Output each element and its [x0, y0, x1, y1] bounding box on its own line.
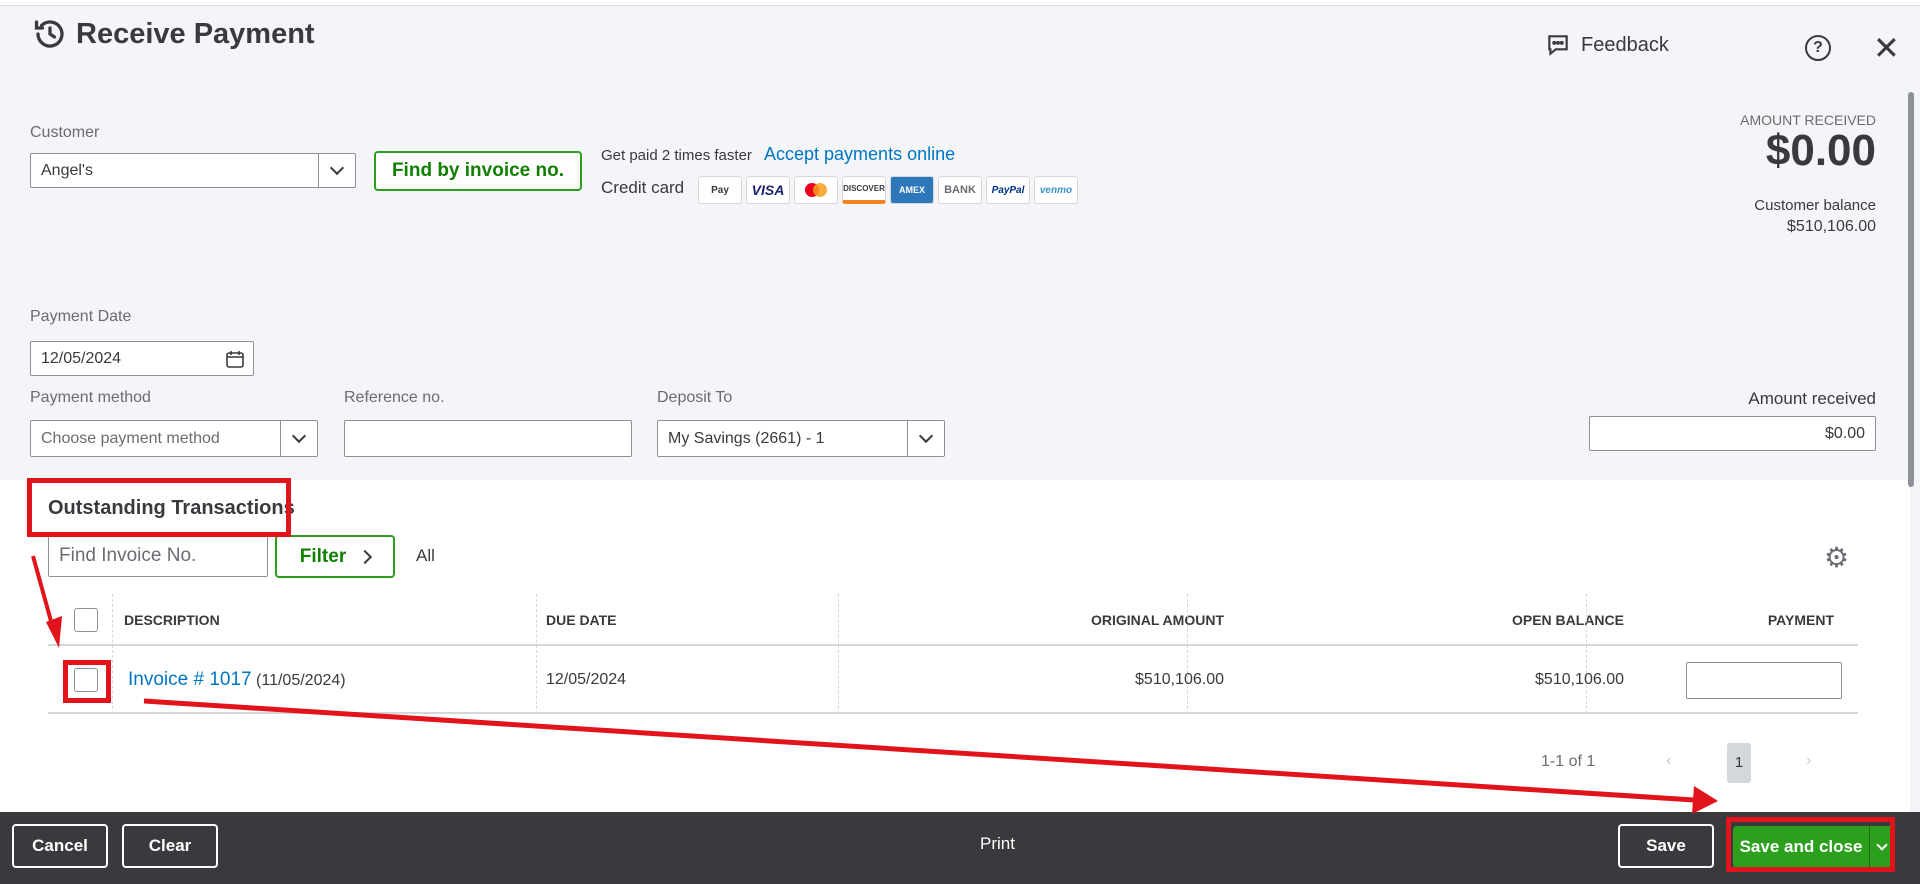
venmo-icon: venmo	[1034, 176, 1078, 204]
row-checkbox[interactable]	[74, 668, 98, 692]
open-balance-cell: $510,106.00	[1535, 671, 1624, 688]
select-all-checkbox[interactable]	[74, 608, 98, 632]
amount-received-field-label: Amount received	[1748, 389, 1876, 408]
previous-page-icon[interactable]: ‹	[1666, 752, 1671, 770]
chevron-down-icon	[918, 428, 934, 444]
invoice-description: Invoice # 1017 (11/05/2024)	[128, 646, 346, 714]
history-icon[interactable]	[32, 16, 68, 52]
due-date-cell: 12/05/2024	[546, 671, 627, 688]
feedback-label: Feedback	[1581, 33, 1669, 56]
feedback-button[interactable]: Feedback	[1545, 32, 1669, 58]
paypal-icon: PayPal	[986, 176, 1030, 204]
filter-button[interactable]: Filter	[275, 535, 395, 578]
customer-balance-label: Customer balance	[1754, 197, 1876, 214]
column-description[interactable]: DESCRIPTION	[124, 594, 220, 646]
find-by-invoice-button[interactable]: Find by invoice no.	[374, 151, 582, 191]
next-page-icon[interactable]: ›	[1806, 752, 1811, 770]
credit-card-label: Credit card	[601, 178, 685, 197]
customer-label: Customer	[30, 124, 100, 141]
pagination-summary: 1-1 of 1	[1541, 753, 1596, 770]
column-payment[interactable]: PAYMENT	[1768, 594, 1834, 646]
find-invoice-input[interactable]	[48, 535, 268, 577]
deposit-to-value: My Savings (2661) - 1	[668, 429, 825, 447]
bank-icon: BANK	[938, 176, 982, 204]
deposit-to-select[interactable]: My Savings (2661) - 1	[657, 420, 945, 457]
customer-balance-value: $510,106.00	[1787, 218, 1876, 235]
deposit-to-label: Deposit To	[657, 389, 733, 406]
save-button[interactable]: Save	[1618, 824, 1714, 868]
deposit-to-dropdown-button[interactable]	[907, 421, 944, 456]
invoice-date: (11/05/2024)	[256, 672, 346, 689]
save-and-close-button[interactable]: Save and close	[1733, 826, 1869, 868]
table-row: Invoice # 1017 (11/05/2024) 12/05/2024 $…	[48, 646, 1858, 714]
chat-icon	[1548, 35, 1568, 56]
column-original-amount[interactable]: ORIGINAL AMOUNT	[1091, 594, 1224, 646]
close-icon[interactable]: ✕	[1873, 32, 1900, 64]
calendar-icon[interactable]	[225, 349, 245, 369]
outstanding-transactions-title: Outstanding Transactions	[48, 497, 295, 519]
help-icon[interactable]: ?	[1805, 35, 1831, 61]
amount-received-input[interactable]: $0.00	[1589, 416, 1876, 451]
chevron-down-icon	[1875, 839, 1888, 851]
clear-button[interactable]: Clear	[122, 824, 218, 868]
payment-method-label: Payment method	[30, 389, 151, 406]
page-title: Receive Payment	[76, 18, 315, 50]
chevron-right-icon	[358, 549, 373, 564]
column-open-balance[interactable]: OPEN BALANCE	[1512, 594, 1624, 646]
original-amount-cell: $510,106.00	[1135, 671, 1224, 688]
payment-header-panel	[0, 6, 1910, 480]
customer-dropdown-button[interactable]	[318, 154, 355, 187]
apple-pay-icon: Pay	[698, 176, 742, 204]
filter-label: Filter	[299, 545, 347, 567]
amount-received-value: $0.00	[1765, 126, 1876, 175]
mastercard-icon	[794, 176, 838, 204]
scrollbar-thumb[interactable]	[1908, 92, 1914, 487]
visa-icon: VISA	[746, 176, 790, 204]
promo-text: Get paid 2 times faster	[601, 147, 752, 164]
accept-payments-link[interactable]: Accept payments online	[764, 144, 955, 165]
customer-select[interactable]: Angel's	[30, 153, 356, 188]
payment-method-dropdown-button[interactable]	[280, 421, 317, 456]
payment-method-select[interactable]: Choose payment method	[30, 420, 318, 457]
payment-date-value: 12/05/2024	[41, 349, 122, 367]
cancel-button[interactable]: Cancel	[12, 824, 108, 868]
payment-method-placeholder: Choose payment method	[41, 429, 220, 447]
gear-icon[interactable]: ⚙	[1824, 544, 1849, 572]
reference-label: Reference no.	[344, 389, 445, 406]
invoice-link[interactable]: Invoice # 1017	[128, 669, 252, 690]
page-number-button[interactable]: 1	[1727, 743, 1751, 783]
footer-bar: Cancel Clear Print Save Save and close	[0, 812, 1920, 884]
discover-icon: DISCOVER	[842, 176, 886, 204]
customer-value: Angel's	[41, 161, 93, 179]
chevron-down-icon	[329, 160, 345, 176]
filter-all-label: All	[416, 546, 435, 565]
payment-input[interactable]	[1686, 662, 1842, 699]
save-options-dropdown[interactable]	[1869, 826, 1893, 868]
card-logos: Pay VISA DISCOVER AMEX BANK PayPal venmo	[698, 176, 1078, 204]
column-due-date[interactable]: DUE DATE	[546, 594, 617, 646]
print-button[interactable]: Print	[980, 834, 1015, 854]
amex-icon: AMEX	[890, 176, 934, 204]
payment-date-label: Payment Date	[30, 308, 132, 325]
chevron-down-icon	[291, 428, 307, 444]
reference-input[interactable]	[344, 420, 632, 457]
payment-date-field[interactable]: 12/05/2024	[30, 341, 254, 376]
